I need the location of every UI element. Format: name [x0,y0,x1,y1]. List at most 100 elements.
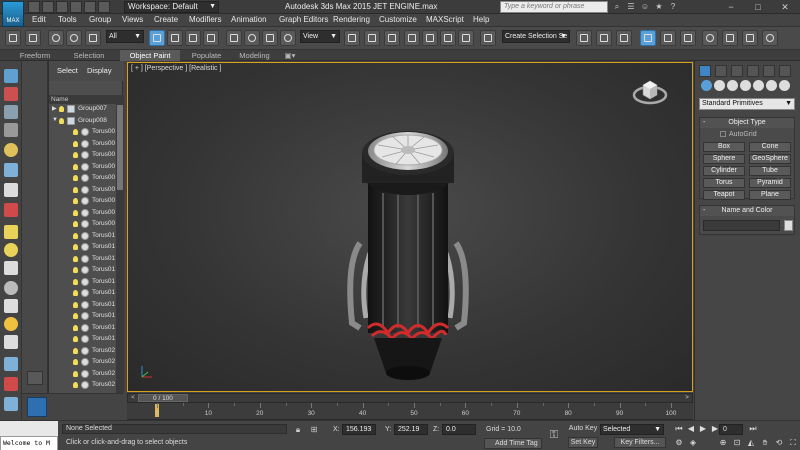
list-item[interactable]: Torus00 [49,219,116,231]
list-item[interactable]: Torus01 [49,265,116,277]
minimize-button[interactable]: − [718,0,744,14]
teapot-icon[interactable] [4,335,18,349]
list-item[interactable]: Torus01 [49,300,116,312]
light-bulb-icon[interactable] [73,347,78,354]
save-icon[interactable] [56,1,68,13]
tube-button[interactable]: Tube [749,166,791,176]
expand-icon[interactable]: ▶ [52,105,57,112]
rendered-frame-window-icon[interactable] [742,30,758,46]
maximize-viewport-icon[interactable]: ⛶ [788,438,798,448]
list-item[interactable]: Torus01 [49,242,116,254]
selection-filter-dropdown[interactable]: All ▼ [106,30,144,43]
star-icon[interactable]: ★ [653,1,665,13]
light-bulb-icon[interactable] [73,301,78,308]
space-warp-icon[interactable] [4,357,18,371]
container-icon[interactable] [4,397,18,411]
light-bulb-icon[interactable] [73,175,78,181]
create-tab-icon[interactable] [699,65,711,77]
list-item[interactable]: Torus01 [49,254,116,266]
help-icon[interactable]: ? [667,1,679,13]
mirror-icon[interactable] [576,30,592,46]
torus-button[interactable]: Torus [703,178,745,188]
workspace-dropdown[interactable]: Workspace: Default ▼ [124,1,219,13]
menu-group[interactable]: Group [89,15,111,24]
modify-tab-icon[interactable] [715,65,727,77]
current-frame-field[interactable]: 0 [719,424,743,435]
undo-tool-icon[interactable] [5,30,21,46]
space-warps-category-icon[interactable] [766,80,777,91]
project-folder-icon[interactable] [98,1,110,13]
light-bulb-icon[interactable] [73,244,78,250]
primitive-type-dropdown[interactable]: Standard Primitives ▼ [699,98,795,110]
render-setup-icon[interactable] [722,30,738,46]
mini-viewport-icon[interactable] [27,397,47,417]
key-icon[interactable]: ⚿ [548,429,560,441]
time-slider[interactable]: < 0 / 100 > [127,393,693,403]
goto-end-icon[interactable]: ⏭ [748,424,758,434]
list-item[interactable]: Torus00 [49,185,116,197]
utilities-tab-icon[interactable] [779,65,791,77]
search-input[interactable]: Type a keyword or phrase [500,1,608,13]
pyramid-button[interactable]: Pyramid [749,178,791,188]
light-bulb-icon[interactable] [59,117,64,124]
jet-engine-model[interactable] [338,123,478,385]
place-icon[interactable] [280,30,296,46]
motion-tab-icon[interactable] [747,65,759,77]
object-name-field[interactable] [703,220,780,231]
list-item[interactable]: Torus00 [49,196,116,208]
camera-icon[interactable] [4,163,18,177]
light-bulb-icon[interactable] [73,140,78,147]
tab-object-paint[interactable]: Object Paint [120,50,180,61]
key-mode-dropdown[interactable]: Selected ▼ [600,424,664,435]
cylinder-icon[interactable] [4,261,18,275]
list-item[interactable]: Torus01 [49,311,116,323]
viewport-label[interactable]: [ + ] [Perspective ] [Realistic ] [131,65,221,72]
list-icon[interactable] [4,105,18,119]
window-crossing-icon[interactable] [203,30,219,46]
menu-views[interactable]: Views [122,15,143,24]
list-item[interactable]: Torus00 [49,173,116,185]
light-bulb-icon[interactable] [73,370,78,377]
add-time-tag-button[interactable]: Add Time Tag [484,438,542,449]
name-column-header[interactable]: Name [49,95,124,104]
geometry-category-icon[interactable] [701,80,712,91]
list-item[interactable]: Torus01 [49,323,116,335]
list-item[interactable]: Torus01 [49,334,116,346]
pivot-icon[interactable] [344,30,360,46]
time-slider-thumb[interactable]: 0 / 100 [138,394,188,402]
light-bulb-icon[interactable] [73,255,78,262]
menu-rendering[interactable]: Rendering [333,15,370,24]
shapes-category-icon[interactable] [714,80,725,91]
schematic-view-icon[interactable] [680,30,696,46]
plane-button[interactable]: Plane [749,190,791,200]
time-config-icon[interactable]: ⚙ [674,438,684,448]
light-bulb-icon[interactable] [73,186,78,193]
select-object-icon[interactable] [149,30,165,46]
curve-editor-icon[interactable] [660,30,676,46]
filter-icon[interactable] [4,123,18,137]
open-icon[interactable] [42,1,54,13]
scene-explorer-icon[interactable] [4,69,18,83]
menu-edit[interactable]: Edit [32,15,46,24]
named-selection-dropdown[interactable]: Create Selection Se ▼ [502,30,570,43]
list-item[interactable]: Torus01 [49,288,116,300]
z-coordinate-field[interactable]: 0.0 [442,424,476,435]
cone-button[interactable]: Cone [749,142,791,152]
move-icon[interactable] [226,30,242,46]
set-key-button[interactable]: Set Key [568,437,598,448]
spinner-snap-icon[interactable] [458,30,474,46]
redo-icon[interactable] [84,1,96,13]
list-item[interactable]: Torus02 [49,380,116,392]
undo-icon[interactable] [70,1,82,13]
ribbon-options-icon[interactable]: ▣▾ [282,50,298,61]
goto-start-icon[interactable]: ⏮ [674,424,684,434]
tab-populate[interactable]: Populate [184,50,229,61]
list-item[interactable]: Torus00 [49,162,116,174]
list-item[interactable]: Torus00 [49,127,116,139]
play-icon[interactable]: ▶ [698,424,708,434]
align-icon[interactable] [596,30,612,46]
list-item[interactable]: Torus00 [49,208,116,220]
graphite-ribbon-icon[interactable] [640,30,656,46]
unlink-icon[interactable] [66,30,82,46]
menu-tools[interactable]: Tools [58,15,77,24]
